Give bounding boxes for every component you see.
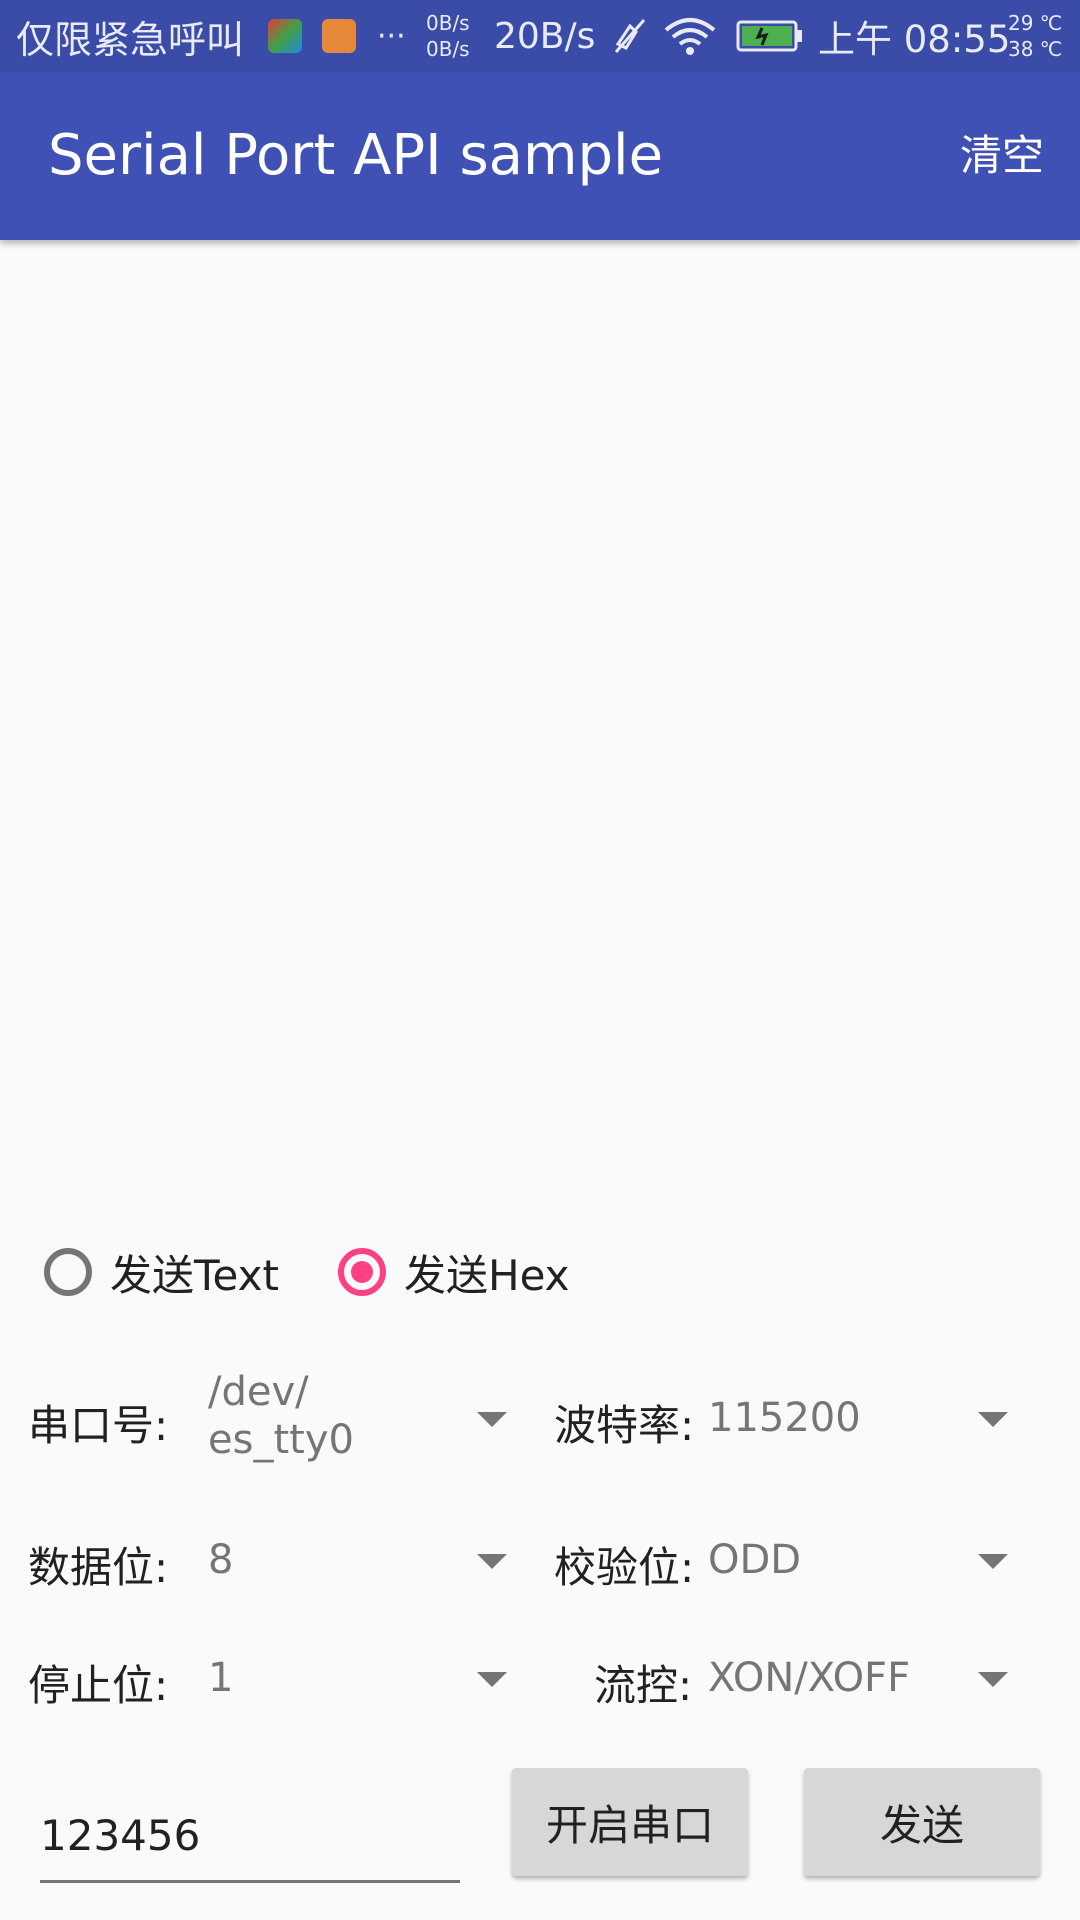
radio-checked-icon [338,1248,386,1296]
dropdown-arrow-icon [477,1412,507,1427]
port-value-line2: es_tty0 [208,1417,354,1463]
data-bits-value: 8 [208,1537,234,1583]
temperature: 29 ℃ 38 ℃ [1008,0,1062,72]
app-bar: Serial Port API sample 清空 [0,72,1080,240]
net-rate: 0B/s 0B/s [426,0,470,72]
net-speed-text: 20B/s [494,15,596,57]
dropdown-arrow-icon [978,1554,1008,1569]
dropdown-arrow-icon [477,1672,507,1687]
battery-charging-icon [736,0,804,72]
app-title: Serial Port API sample [48,123,664,188]
baud-value: 115200 [708,1395,861,1441]
mute-icon [612,0,648,72]
flow-spinner[interactable]: XON/XOFF [700,1628,1020,1728]
port-value-line1: /dev/ [208,1369,309,1415]
dropdown-arrow-icon [978,1412,1008,1427]
net-down-text: 0B/s [426,37,470,61]
radio-unchecked-icon [44,1248,92,1296]
port-label: 串口号: [28,1401,169,1450]
colorful-app-icon [268,0,302,72]
send-button[interactable]: 发送 [804,1768,1040,1876]
send-hex-radio[interactable]: 发送Hex [338,1240,570,1304]
net-up-text: 0B/s [426,11,470,35]
open-port-button[interactable]: 开启串口 [512,1768,748,1876]
clear-button[interactable]: 清空 [960,72,1044,240]
data-bits-spinner[interactable]: 8 [200,1510,520,1610]
time-text: 上午 08:55 [818,18,1011,61]
flow-value: XON/XOFF [708,1655,911,1701]
dropdown-arrow-icon [477,1554,507,1569]
stop-bits-spinner[interactable]: 1 [200,1628,520,1728]
parity-value: ODD [708,1537,802,1583]
more-notifications-icon: ··· [377,18,406,54]
data-bits-label: 数据位: [28,1543,169,1592]
baud-label: 波特率: [554,1401,695,1450]
flow-label: 流控: [594,1661,693,1710]
log-area [0,240,1080,1200]
dropdown-arrow-icon [978,1672,1008,1687]
parity-label: 校验位: [554,1543,695,1592]
send-text-radio[interactable]: 发送Text [44,1240,279,1304]
send-hex-label: 发送Hex [404,1250,570,1300]
temperature-2: 38 ℃ [1008,37,1063,61]
parity-spinner[interactable]: ODD [700,1510,1020,1610]
send-input-container [40,1790,460,1883]
baud-spinner[interactable]: 115200 [700,1368,1020,1468]
stop-bits-label: 停止位: [28,1661,169,1710]
temperature-1: 29 ℃ [1008,11,1063,35]
carrier-text: 仅限紧急呼叫 [16,17,245,62]
status-bar: 仅限紧急呼叫 ··· 0B/s 0B/s 20B/s 上午 08:55 29 ℃… [0,0,1080,72]
stop-bits-value: 1 [208,1655,234,1701]
send-text-label: 发送Text [110,1250,279,1300]
wifi-icon [662,0,718,72]
orange-app-icon [322,0,356,72]
send-input[interactable] [40,1790,460,1880]
port-spinner[interactable]: /dev/ es_tty0 [200,1368,520,1468]
